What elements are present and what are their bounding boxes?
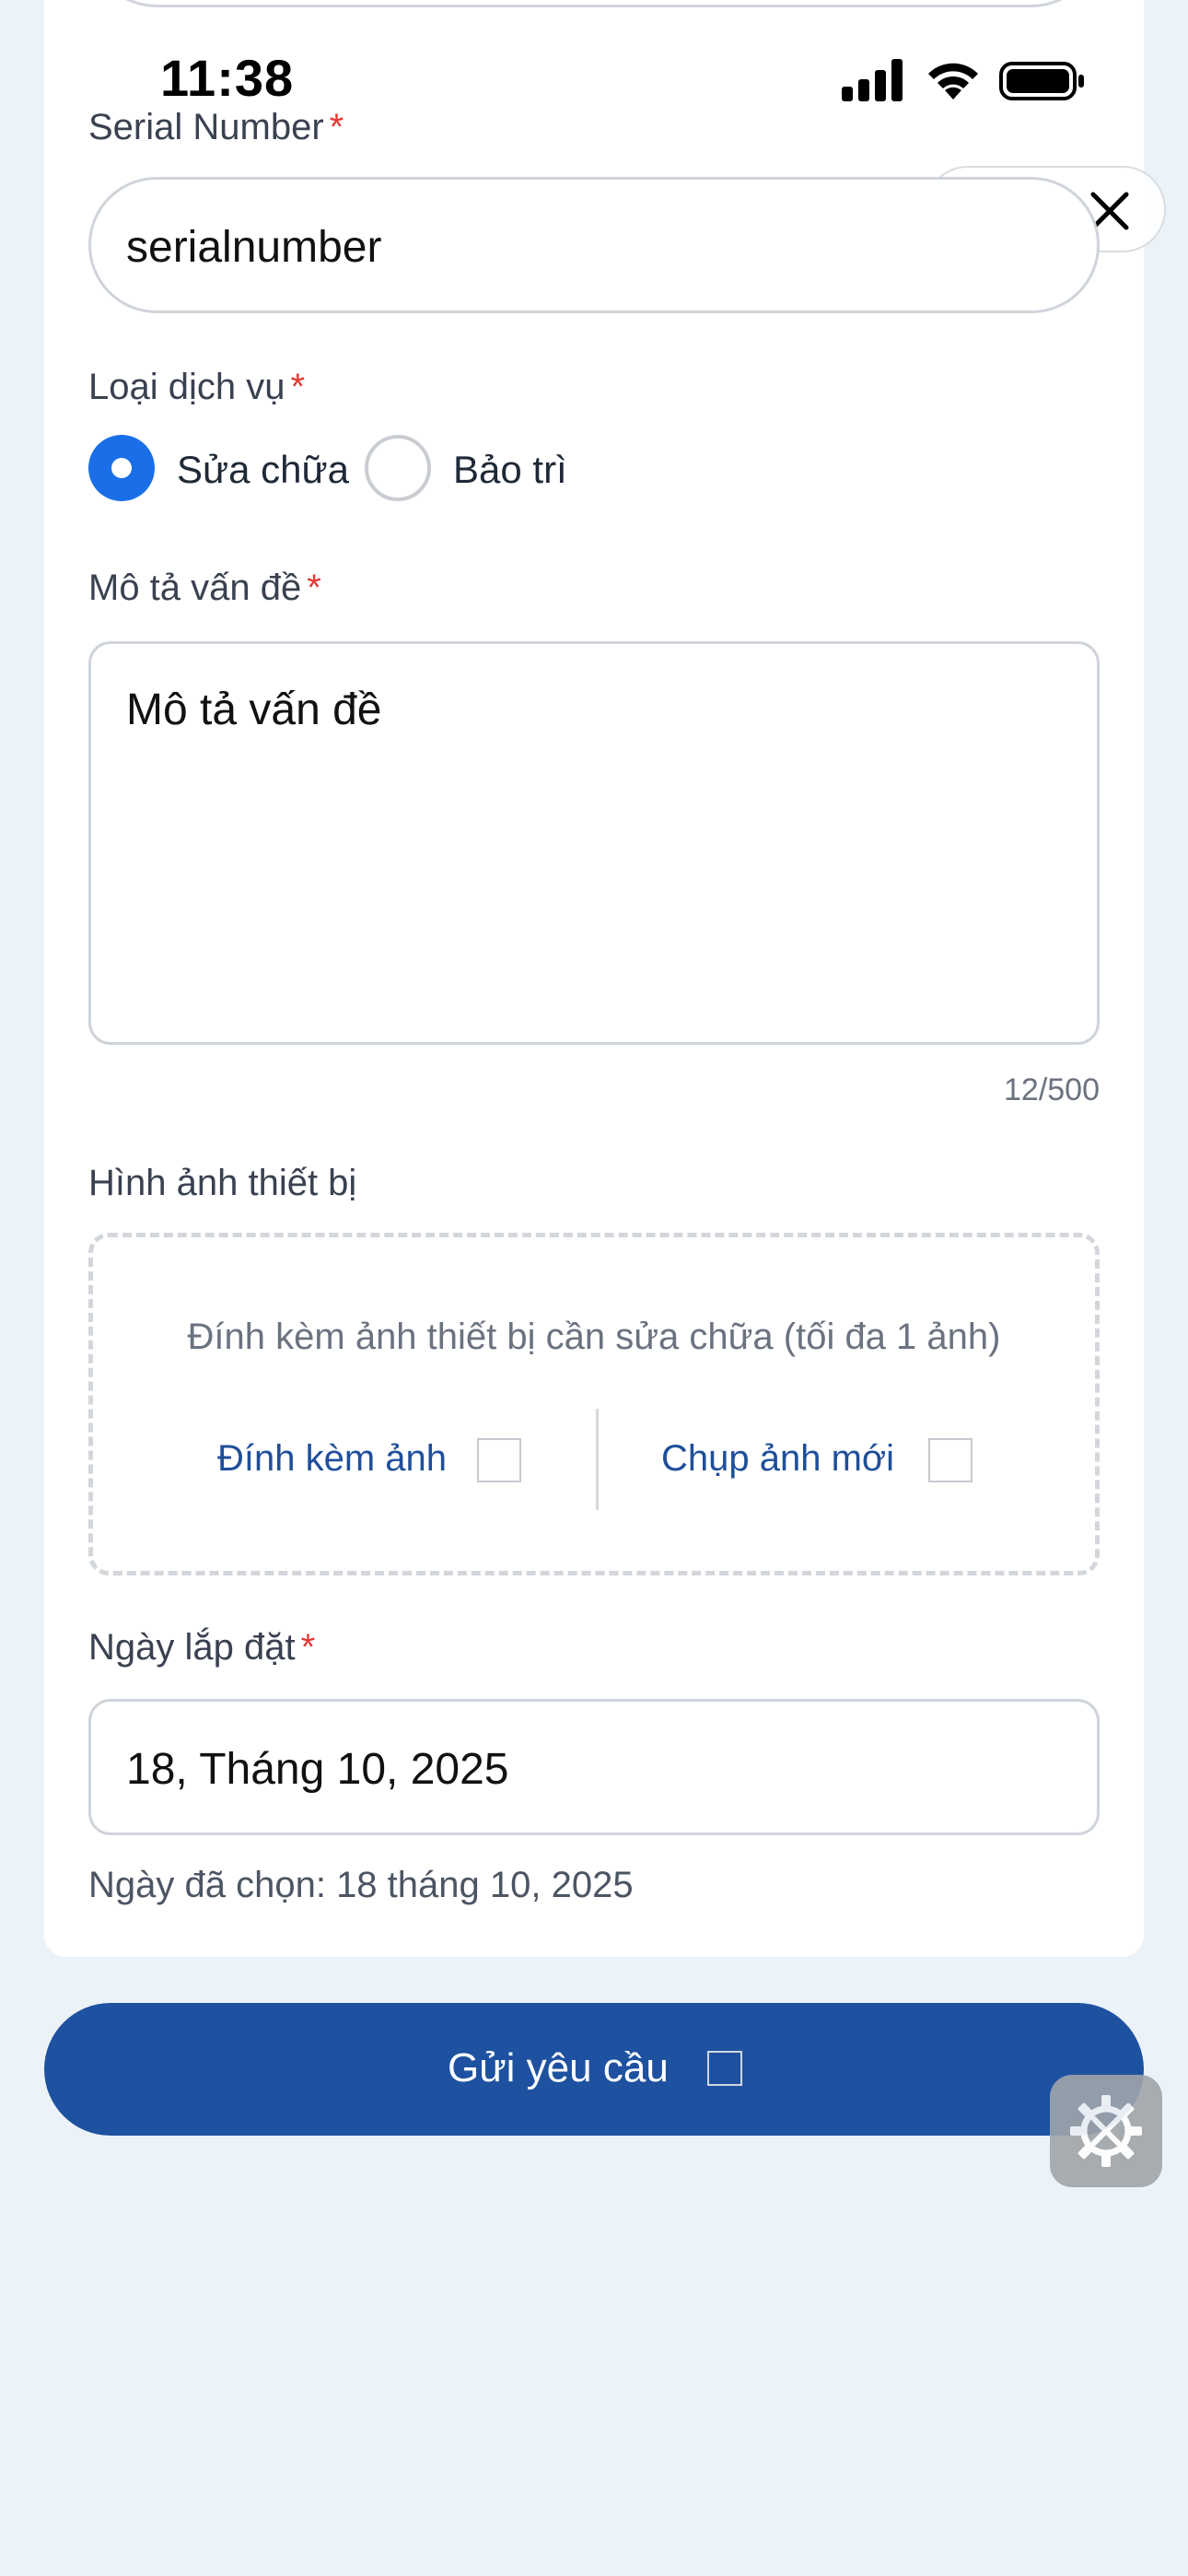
model-input[interactable]: Model: [88, 0, 1100, 7]
radio-maintenance-label: Bảo trì: [453, 448, 567, 491]
required-mark: *: [307, 568, 321, 608]
serial-number-input[interactable]: serialnumber: [88, 177, 1100, 313]
device-images-label: Hình ảnh thiết bị: [88, 1163, 357, 1203]
description-textarea[interactable]: Mô tả vấn đề: [88, 641, 1100, 1045]
submit-label: Gửi yêu cầu: [448, 2045, 669, 2090]
attach-image-label: Đính kèm ảnh: [217, 1438, 448, 1479]
upload-hint: Đính kèm ảnh thiết bị cần sửa chữa (tối …: [187, 1317, 1001, 1357]
cellular-signal-icon: [842, 59, 903, 101]
send-icon: [707, 2051, 742, 2086]
description-label-text: Mô tả vấn đề: [88, 568, 302, 608]
description-label: Mô tả vấn đề *: [88, 568, 321, 609]
serial-number-label-text: Serial Number: [88, 107, 324, 147]
battery-icon: [999, 62, 1084, 100]
image-upload-box: Đính kèm ảnh thiết bị cần sửa chữa (tối …: [88, 1233, 1100, 1575]
capture-photo-label: Chụp ảnh mới: [661, 1438, 895, 1479]
status-icons: [840, 57, 1089, 103]
status-time: 11:38: [160, 49, 295, 107]
service-type-label-text: Loại dịch vụ: [88, 367, 285, 407]
wifi-icon: [928, 63, 978, 100]
required-mark: *: [300, 1627, 316, 1668]
description-char-counter: 12/500: [1004, 1072, 1100, 1107]
install-date-value: 18, Tháng 10, 2025: [126, 1745, 509, 1794]
install-date-label: Ngày lắp đặt *: [88, 1627, 315, 1669]
serial-number-value: serialnumber: [126, 223, 382, 272]
required-mark: *: [290, 367, 306, 407]
gear-wrench-icon: [1070, 2095, 1142, 2167]
radio-repair-label: Sửa chữa: [177, 448, 349, 491]
model-input-value: Model: [126, 0, 247, 7]
page: Model 11:38: [0, 0, 1188, 2576]
radio-repair[interactable]: Sửa chữa: [88, 433, 365, 503]
radio-maintenance[interactable]: Bảo trì: [365, 433, 669, 503]
service-type-label: Loại dịch vụ *: [88, 367, 305, 408]
serial-number-label: Serial Number *: [88, 107, 344, 148]
camera-icon: [928, 1438, 973, 1482]
floating-settings-button[interactable]: [1050, 2075, 1162, 2187]
selected-date-text: Ngày đã chọn: 18 tháng 10, 2025: [88, 1865, 634, 1905]
install-date-picker[interactable]: 18, Tháng 10, 2025: [88, 1699, 1100, 1835]
capture-photo-button[interactable]: Chụp ảnh mới: [661, 1438, 974, 1484]
radio-checked-icon: [88, 435, 155, 501]
upload-divider: [596, 1409, 599, 1510]
attach-image-button[interactable]: Đính kèm ảnh: [217, 1438, 530, 1484]
description-value: Mô tả vấn đề: [126, 685, 382, 734]
service-type-radio-group: Sửa chữa Bảo trì: [88, 433, 733, 507]
required-mark: *: [329, 107, 344, 147]
install-date-label-text: Ngày lắp đặt: [88, 1627, 296, 1668]
radio-unchecked-icon: [365, 435, 431, 501]
attach-image-icon: [477, 1438, 521, 1482]
submit-request-button[interactable]: Gửi yêu cầu: [44, 2003, 1144, 2136]
